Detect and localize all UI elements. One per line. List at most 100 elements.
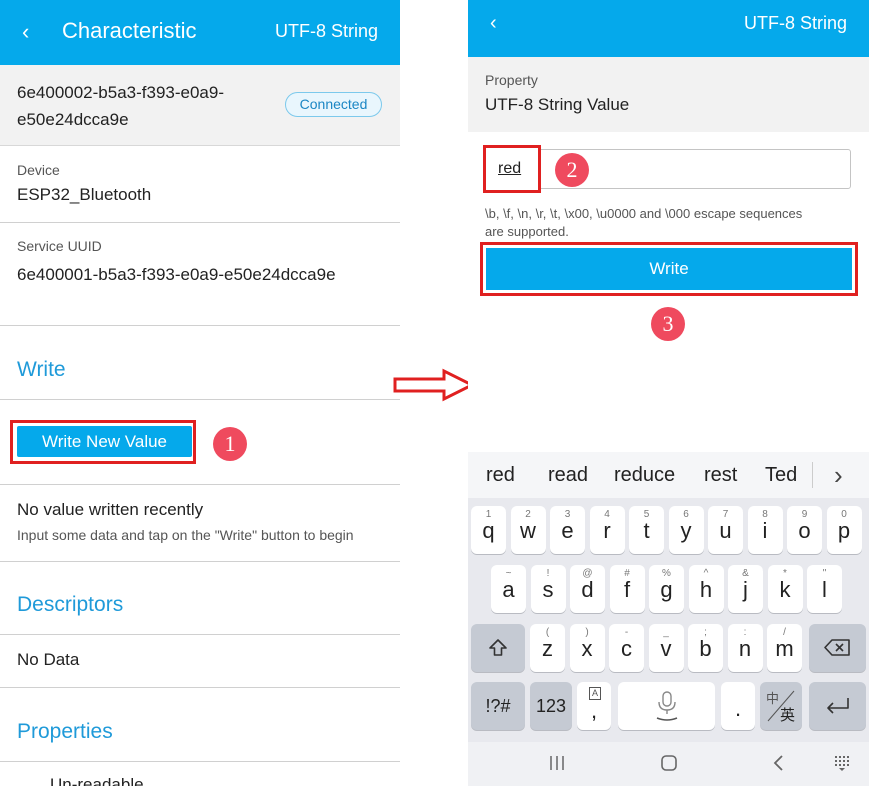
key-q[interactable]: 1q bbox=[471, 506, 506, 554]
symbols-key[interactable]: !?# bbox=[471, 682, 525, 730]
back-nav-icon[interactable] bbox=[770, 754, 788, 772]
suggestion-bar: red read reduce rest Ted › bbox=[468, 452, 869, 498]
key-label: k bbox=[779, 577, 791, 602]
home-icon[interactable] bbox=[659, 753, 679, 773]
key-label: i bbox=[762, 518, 768, 543]
property-panel: Property UTF-8 String Value bbox=[468, 57, 869, 132]
key-s[interactable]: ! s bbox=[530, 565, 566, 613]
key-w[interactable]: 2w bbox=[510, 506, 546, 554]
format-label[interactable]: UTF-8 String bbox=[744, 13, 847, 34]
key-label: l bbox=[822, 577, 827, 602]
space-key[interactable] bbox=[618, 682, 715, 730]
key-label: t bbox=[643, 518, 650, 543]
key-label: r bbox=[603, 518, 611, 543]
key-p[interactable]: 0p bbox=[826, 506, 862, 554]
properties-heading: Properties bbox=[17, 720, 113, 743]
key-n[interactable]: :n bbox=[727, 624, 763, 672]
key-l[interactable]: " l bbox=[807, 565, 842, 613]
key-label: w bbox=[520, 518, 536, 543]
back-icon[interactable]: ‹ bbox=[22, 19, 29, 45]
write-button[interactable]: Write bbox=[486, 248, 852, 290]
period-key[interactable]: . bbox=[721, 682, 755, 730]
format-label[interactable]: UTF-8 String bbox=[275, 21, 378, 42]
key-o[interactable]: 9o bbox=[787, 506, 822, 554]
right-arrow-icon bbox=[393, 368, 476, 402]
backspace-key[interactable] bbox=[809, 624, 866, 672]
write-new-value-button[interactable]: Write New Value bbox=[17, 426, 192, 457]
key-b[interactable]: ; b bbox=[688, 624, 723, 672]
backspace-icon bbox=[824, 639, 850, 656]
key-t[interactable]: 5t bbox=[629, 506, 664, 554]
no-value-title: No value written recently bbox=[17, 500, 204, 519]
no-data-text: No Data bbox=[17, 650, 80, 669]
suggestion[interactable]: rest bbox=[704, 464, 737, 487]
suggestion[interactable]: Ted bbox=[765, 464, 797, 487]
key-u[interactable]: 7u bbox=[708, 506, 743, 554]
comma-key[interactable]: A , bbox=[577, 682, 611, 730]
key-v[interactable]: _ v bbox=[648, 624, 684, 672]
suggestion[interactable]: read bbox=[548, 464, 588, 487]
app-bar: ‹ Characteristic UTF-8 String bbox=[0, 0, 400, 65]
divider bbox=[0, 325, 400, 326]
key-label: n bbox=[738, 636, 752, 661]
key-a[interactable]: ~ a bbox=[491, 565, 526, 613]
status-badge: Connected bbox=[285, 92, 382, 117]
key-y[interactable]: 6y bbox=[668, 506, 704, 554]
write-heading: Write bbox=[17, 358, 66, 381]
separator bbox=[812, 462, 813, 488]
property-label: Property bbox=[485, 72, 538, 88]
key-label: y bbox=[680, 518, 692, 543]
key-z[interactable]: (z bbox=[530, 624, 565, 672]
key-label: z bbox=[542, 636, 553, 661]
key-label: m bbox=[775, 636, 794, 661]
divider bbox=[0, 484, 400, 485]
numbers-key[interactable]: 123 bbox=[530, 682, 572, 730]
input-text[interactable]: red bbox=[498, 160, 521, 178]
keyboard-hide-icon[interactable] bbox=[834, 754, 852, 772]
key-e[interactable]: 3e bbox=[550, 506, 585, 554]
key-f[interactable]: # f bbox=[609, 565, 645, 613]
enter-key[interactable] bbox=[809, 682, 866, 730]
language-divider bbox=[767, 690, 795, 722]
key-r[interactable]: 4r bbox=[589, 506, 625, 554]
language-key[interactable]: 中 英 bbox=[760, 682, 802, 730]
recent-apps-icon[interactable] bbox=[548, 754, 566, 772]
escape-hint: \b, \f, \n, \r, \t, \x00, \u0000 and \00… bbox=[485, 206, 803, 239]
key-x[interactable]: ) x bbox=[569, 624, 605, 672]
key-i[interactable]: 8i bbox=[747, 506, 783, 554]
key-label: b bbox=[699, 636, 712, 661]
right-screen: ‹ UTF-8 String Property UTF-8 String Val… bbox=[468, 0, 869, 786]
shift-key[interactable] bbox=[471, 624, 525, 672]
key-k[interactable]: * k bbox=[767, 565, 803, 613]
service-uuid-value: 6e400001-b5a3-f393-e0a9-e50e24dcca9e bbox=[17, 265, 336, 284]
key-j[interactable]: & j bbox=[728, 565, 763, 613]
back-icon[interactable]: ‹ bbox=[490, 12, 497, 35]
comma-key-label: , bbox=[590, 698, 598, 723]
key-g[interactable]: % g bbox=[649, 565, 684, 613]
suggestion[interactable]: red bbox=[486, 464, 515, 487]
soft-keyboard: red read reduce rest Ted › 1q2w3e4r5t6y7… bbox=[468, 452, 869, 786]
suggestion[interactable]: reduce bbox=[614, 464, 675, 487]
characteristic-header: 6e400002-b5a3-f393-e0a9-e50e24dcca9e Con… bbox=[0, 65, 400, 146]
key-label: s bbox=[542, 577, 554, 602]
period-key-label: . bbox=[734, 696, 742, 721]
divider bbox=[0, 222, 400, 223]
key-label: e bbox=[561, 518, 574, 543]
numbers-key-label: 123 bbox=[535, 696, 567, 716]
key-label: p bbox=[837, 518, 851, 543]
key-label: a bbox=[502, 577, 515, 602]
divider bbox=[0, 399, 400, 400]
key-h[interactable]: ^ h bbox=[688, 565, 724, 613]
chevron-right-icon[interactable]: › bbox=[834, 460, 843, 491]
step-badge-1: 1 bbox=[213, 427, 247, 461]
microphone-icon bbox=[656, 691, 678, 721]
device-label: Device bbox=[17, 162, 60, 178]
divider bbox=[0, 761, 400, 762]
app-bar: ‹ UTF-8 String bbox=[468, 0, 869, 57]
left-screen: ‹ Characteristic UTF-8 String 6e400002-b… bbox=[0, 0, 400, 786]
key-c[interactable]: -c bbox=[609, 624, 644, 672]
descriptors-heading: Descriptors bbox=[17, 593, 124, 616]
key-d[interactable]: @ d bbox=[570, 565, 605, 613]
key-label: o bbox=[798, 518, 811, 543]
key-m[interactable]: / m bbox=[767, 624, 802, 672]
